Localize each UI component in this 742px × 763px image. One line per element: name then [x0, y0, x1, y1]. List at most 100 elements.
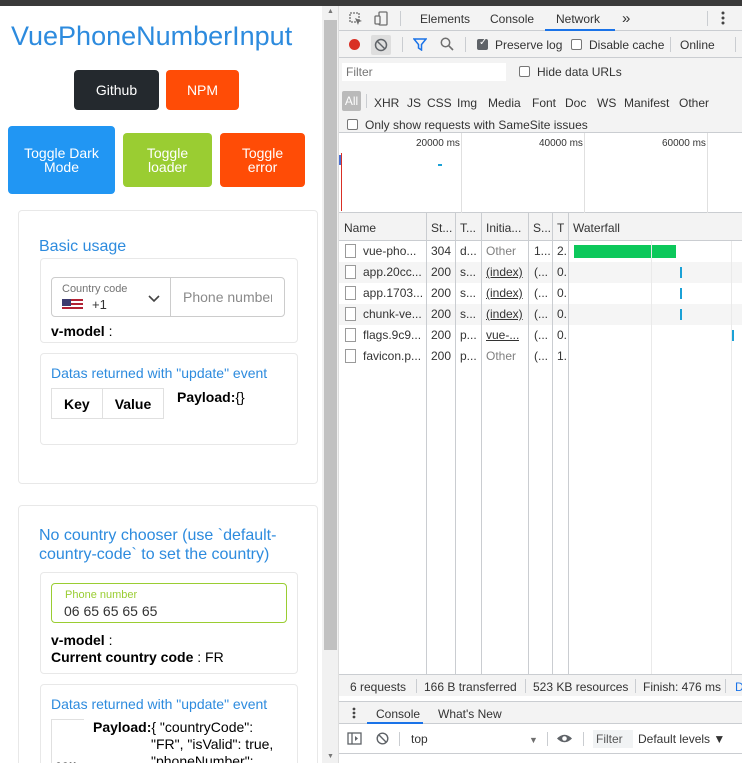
tab-network[interactable]: Network — [556, 12, 600, 26]
payload-line-2: "FR", "isValid": true, — [151, 736, 274, 752]
record-icon[interactable] — [348, 38, 361, 53]
request-initiator[interactable]: vue-... — [486, 328, 519, 342]
scroll-up-arrow-icon[interactable]: ▲ — [322, 6, 339, 18]
column-type[interactable]: T... — [460, 221, 476, 235]
column-divider[interactable] — [481, 213, 482, 674]
device-toolbar-icon[interactable] — [374, 11, 388, 28]
type-filter-img[interactable]: Img — [457, 96, 477, 110]
toggle-dark-mode-button[interactable]: Toggle Dark Mode — [8, 126, 115, 194]
type-filter-xhr[interactable]: XHR — [374, 96, 399, 110]
request-row[interactable]: favicon.p... 200 p... Other (... 1. — [339, 346, 742, 367]
column-initiator[interactable]: Initia... — [486, 221, 521, 235]
phone-number-value[interactable]: 06 65 65 65 65 — [64, 603, 157, 619]
column-status[interactable]: St... — [431, 221, 452, 235]
overview-label-60000: 60000 ms — [662, 138, 706, 149]
network-filter-input[interactable] — [342, 63, 506, 81]
tab-elements[interactable]: Elements — [420, 12, 470, 26]
samesite-label[interactable]: Only show requests with SameSite issues — [365, 118, 588, 132]
more-tabs-icon[interactable]: » — [622, 10, 630, 27]
scroll-down-arrow-icon[interactable]: ▼ — [322, 751, 339, 763]
toggle-error-button[interactable]: Toggle error — [220, 133, 305, 187]
country-selector[interactable]: Country code +1 — [51, 277, 171, 317]
scrollbar-thumb[interactable] — [324, 20, 337, 650]
request-initiator[interactable]: (index) — [486, 307, 523, 321]
payload-block: Payload:{ "countryCode": "FR", "isValid"… — [93, 719, 273, 763]
log-levels-select[interactable]: Default levels ▼ — [638, 732, 725, 746]
request-initiator: Other — [486, 244, 517, 258]
preserve-log-label[interactable]: Preserve log — [495, 38, 562, 52]
kebab-menu-icon[interactable] — [721, 11, 725, 27]
disable-cache-label[interactable]: Disable cache — [589, 38, 664, 52]
no-country-card: No country chooser (use `default-country… — [18, 505, 318, 763]
request-initiator[interactable]: (index) — [486, 286, 523, 300]
toolbar-divider — [707, 11, 708, 26]
request-row[interactable]: app.1703... 200 s... (index) (... 0. — [339, 283, 742, 304]
image-file-icon — [345, 328, 356, 342]
type-filter-media[interactable]: Media — [488, 96, 521, 110]
throttling-select[interactable]: Online — [680, 38, 715, 52]
toggle-loader-button[interactable]: Toggle loader — [123, 133, 212, 187]
request-status: 200 — [431, 286, 452, 300]
request-size: (... — [534, 349, 548, 363]
request-row[interactable]: chunk-ve... 200 s... (index) (... 0. — [339, 304, 742, 325]
request-size: (... — [534, 307, 548, 321]
live-expression-eye-icon[interactable] — [556, 733, 573, 746]
type-filter-font[interactable]: Font — [532, 96, 556, 110]
column-divider[interactable] — [528, 213, 529, 674]
show-sidebar-icon[interactable] — [347, 732, 362, 747]
no-country-title: No country chooser (use `default-country… — [39, 527, 277, 563]
type-filter-manifest[interactable]: Manifest — [624, 96, 669, 110]
page-scrollbar[interactable]: ▲ ▼ — [322, 6, 339, 763]
phone-number-floating-label: Phone number — [65, 589, 138, 601]
column-divider[interactable] — [568, 213, 569, 674]
request-size: (... — [534, 328, 548, 342]
column-divider[interactable] — [552, 213, 553, 674]
filter-funnel-icon[interactable] — [412, 38, 428, 53]
request-row[interactable]: app.20cc... 200 s... (index) (... 0. — [339, 262, 742, 283]
search-icon[interactable] — [440, 37, 454, 53]
clear-console-icon[interactable] — [376, 732, 389, 747]
column-waterfall[interactable]: Waterfall — [573, 221, 620, 235]
request-initiator[interactable]: (index) — [486, 265, 523, 279]
type-filter-ws[interactable]: WS — [597, 96, 616, 110]
console-filter-input[interactable]: Filter — [593, 730, 633, 748]
column-name[interactable]: Name — [344, 221, 376, 235]
request-row[interactable]: flags.9c9... 200 p... vue-... (... 0. — [339, 325, 742, 346]
column-size[interactable]: S... — [533, 221, 551, 235]
disable-cache-checkbox[interactable] — [571, 39, 582, 50]
column-divider[interactable] — [455, 213, 456, 674]
hide-data-urls-checkbox[interactable] — [519, 66, 530, 77]
status-divider — [725, 679, 726, 693]
phone-number-field-fr[interactable]: Phone number 06 65 65 65 65 — [51, 583, 287, 623]
type-filter-doc[interactable]: Doc — [565, 96, 586, 110]
request-row[interactable]: vue-pho... 304 d... Other 1... 2. — [339, 241, 742, 262]
network-overview[interactable]: 20000 ms 40000 ms 60000 ms — [339, 133, 742, 213]
column-time[interactable]: T — [557, 221, 564, 235]
request-time: 0. — [557, 307, 568, 321]
toolbar-divider — [735, 37, 736, 52]
request-name: app.20cc... — [363, 265, 422, 279]
npm-button[interactable]: NPM — [166, 70, 239, 110]
document-file-icon — [345, 244, 356, 258]
inspect-element-icon[interactable] — [349, 12, 363, 28]
hide-data-urls-label[interactable]: Hide data URLs — [537, 65, 622, 79]
preserve-log-checkbox[interactable] — [477, 37, 488, 50]
column-divider[interactable] — [426, 213, 427, 674]
phone-number-field[interactable] — [170, 277, 285, 317]
type-filter-other[interactable]: Other — [679, 96, 709, 110]
type-filter-js[interactable]: JS — [407, 96, 421, 110]
context-dropdown-icon[interactable]: ▼ — [529, 734, 538, 747]
payload-line-3: "phoneNumber": — [151, 753, 254, 763]
clear-icon[interactable] — [371, 35, 391, 55]
type-filter-all[interactable]: All — [342, 91, 361, 111]
drawer-tab-whats-new[interactable]: What's New — [438, 707, 502, 721]
github-button[interactable]: Github — [74, 70, 159, 110]
samesite-checkbox[interactable] — [347, 119, 358, 130]
type-filter-css[interactable]: CSS — [427, 96, 452, 110]
phone-number-input[interactable] — [171, 278, 284, 316]
tab-console[interactable]: Console — [490, 12, 534, 26]
basic-update-panel: Datas returned with "update" event Key V… — [40, 353, 298, 445]
context-select[interactable]: top — [411, 732, 428, 746]
drawer-menu-icon[interactable] — [352, 707, 356, 721]
drawer-tab-console[interactable]: Console — [376, 707, 420, 721]
